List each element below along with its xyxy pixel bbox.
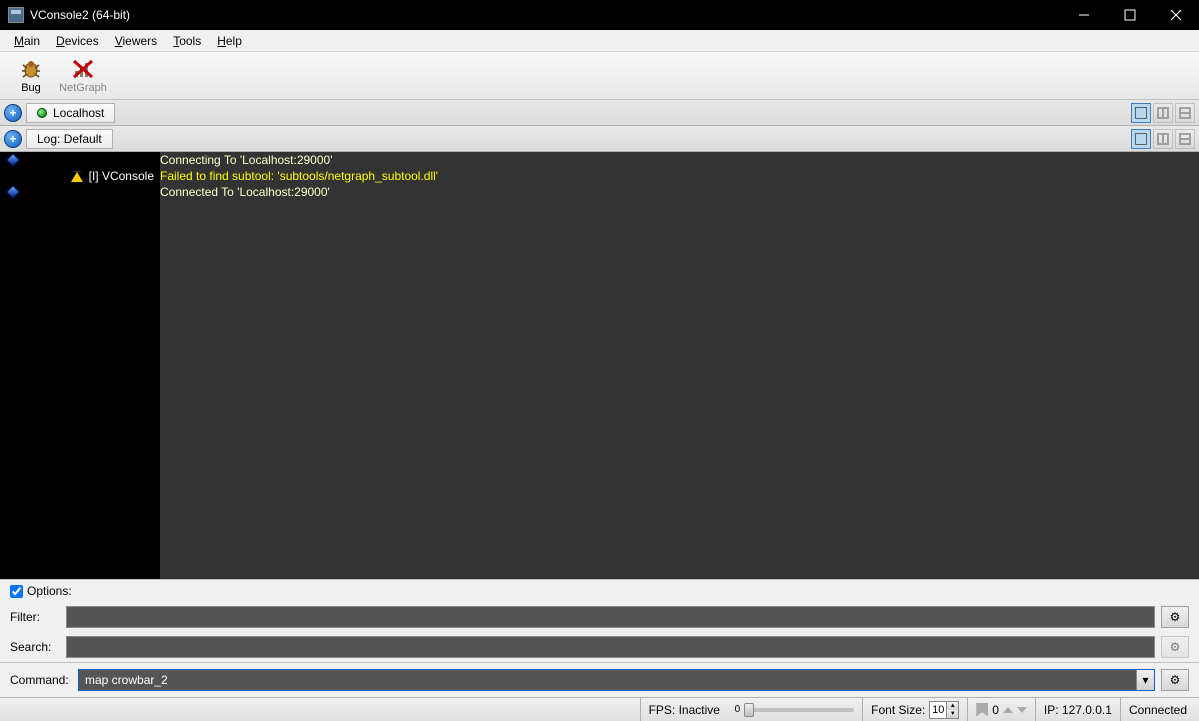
filter-label: Filter: [10,610,60,624]
tab-localhost-label: Localhost [53,106,104,120]
gutter-row: [I] VConsole [0,168,160,184]
bookmark-icon [976,703,988,717]
bookmark-segment: 0 [967,698,1035,721]
menu-help-label: elp [226,34,242,48]
layout-split-h-button[interactable] [1175,103,1195,123]
minimize-button[interactable] [1061,0,1107,30]
log-source-label: [I] VConsole [89,169,154,183]
layout-single-button[interactable] [1131,103,1151,123]
add-connection-button[interactable]: + [4,104,22,122]
fps-value: 0 [735,704,741,715]
close-button[interactable] [1153,0,1199,30]
menubar: Main Devices Viewers Tools Help [0,30,1199,52]
fps-slider[interactable] [744,708,854,712]
connected-segment: Connected [1120,698,1195,721]
window-title: VConsole2 (64-bit) [30,8,1061,22]
bug-label: Bug [21,82,41,94]
tab-localhost[interactable]: Localhost [26,103,115,123]
gear-icon: ⚙ [1170,673,1181,687]
slider-thumb-icon [744,703,754,717]
gutter-row [0,184,160,200]
spinner-down-button[interactable]: ▼ [947,710,958,718]
log-line: Connecting To 'Localhost:29000' [160,152,1199,168]
command-settings-button[interactable]: ⚙ [1161,669,1189,691]
search-settings-button[interactable]: ⚙ [1161,636,1189,658]
log-tab-strip: + Log: Default [0,126,1199,152]
connected-label: Connected [1129,703,1187,717]
font-size-spinner[interactable]: ▲▼ [929,701,959,719]
log-output[interactable]: Connecting To 'Localhost:29000'Failed to… [160,152,1199,579]
options-row: Options: [0,579,1199,602]
toolbar: Bug NetGraph [0,52,1199,100]
bug-button[interactable]: Bug [8,56,54,96]
status-dot-icon [37,108,47,118]
spinner-up-button[interactable]: ▲ [947,702,958,710]
ip-label: IP: 127.0.0.1 [1044,703,1112,717]
filter-settings-button[interactable]: ⚙ [1161,606,1189,628]
filter-input[interactable] [66,606,1155,628]
search-row: Search: ⚙ [0,632,1199,662]
netgraph-button[interactable]: NetGraph [60,56,106,96]
menu-viewers[interactable]: Viewers [109,32,163,50]
tab-log-default[interactable]: Log: Default [26,129,113,149]
warning-icon [71,171,83,182]
font-size-segment: Font Size: ▲▼ [862,698,967,721]
chevron-down-icon: ▾ [1142,673,1148,687]
maximize-button[interactable] [1107,0,1153,30]
bookmark-next-button[interactable] [1017,707,1027,713]
log-layout-single-button[interactable] [1131,129,1151,149]
fps-segment: FPS: Inactive 0 [640,698,863,721]
netgraph-label: NetGraph [59,82,107,94]
ip-segment: IP: 127.0.0.1 [1035,698,1120,721]
menu-tools-label: ools [179,34,201,48]
gutter-row [0,152,160,168]
add-log-button[interactable]: + [4,130,22,148]
menu-main[interactable]: Main [8,32,46,50]
options-label: Options: [27,584,72,598]
menu-viewers-label: iewers [123,34,158,48]
log-line: Connected To 'Localhost:29000' [160,184,1199,200]
search-label: Search: [10,640,60,654]
command-input[interactable] [79,670,1136,690]
options-checkbox[interactable] [10,585,23,598]
info-icon [6,153,20,167]
menu-devices[interactable]: Devices [50,32,105,50]
menu-devices-label: evices [65,34,99,48]
fps-label: FPS: Inactive [649,703,720,717]
command-label: Command: [10,673,72,687]
log-layout-split-h-button[interactable] [1175,129,1195,149]
gear-icon: ⚙ [1170,640,1181,654]
log-layout-split-v-button[interactable] [1153,129,1173,149]
connection-tab-strip: + Localhost [0,100,1199,126]
filter-row: Filter: ⚙ [0,602,1199,632]
console-area: [I] VConsole Connecting To 'Localhost:29… [0,152,1199,579]
font-size-label: Font Size: [871,703,925,717]
info-icon [6,185,20,199]
tab-log-default-label: Log: Default [37,132,102,146]
command-history-dropdown[interactable]: ▾ [1136,670,1154,690]
statusbar: FPS: Inactive 0 Font Size: ▲▼ 0 IP: 127.… [0,697,1199,721]
gear-icon: ⚙ [1170,610,1181,624]
titlebar: VConsole2 (64-bit) [0,0,1199,30]
log-gutter: [I] VConsole [0,152,160,579]
bookmark-count: 0 [992,703,999,717]
app-icon [8,7,24,23]
netgraph-icon [71,58,95,80]
log-line: Failed to find subtool: 'subtools/netgra… [160,168,1199,184]
search-input[interactable] [66,636,1155,658]
bookmark-prev-button[interactable] [1003,707,1013,713]
font-size-input[interactable] [930,702,946,718]
command-row: Command: ▾ ⚙ [0,662,1199,697]
bug-icon [19,58,43,80]
menu-help[interactable]: Help [211,32,248,50]
menu-tools[interactable]: Tools [167,32,207,50]
menu-main-label: ain [24,34,40,48]
layout-split-v-button[interactable] [1153,103,1173,123]
